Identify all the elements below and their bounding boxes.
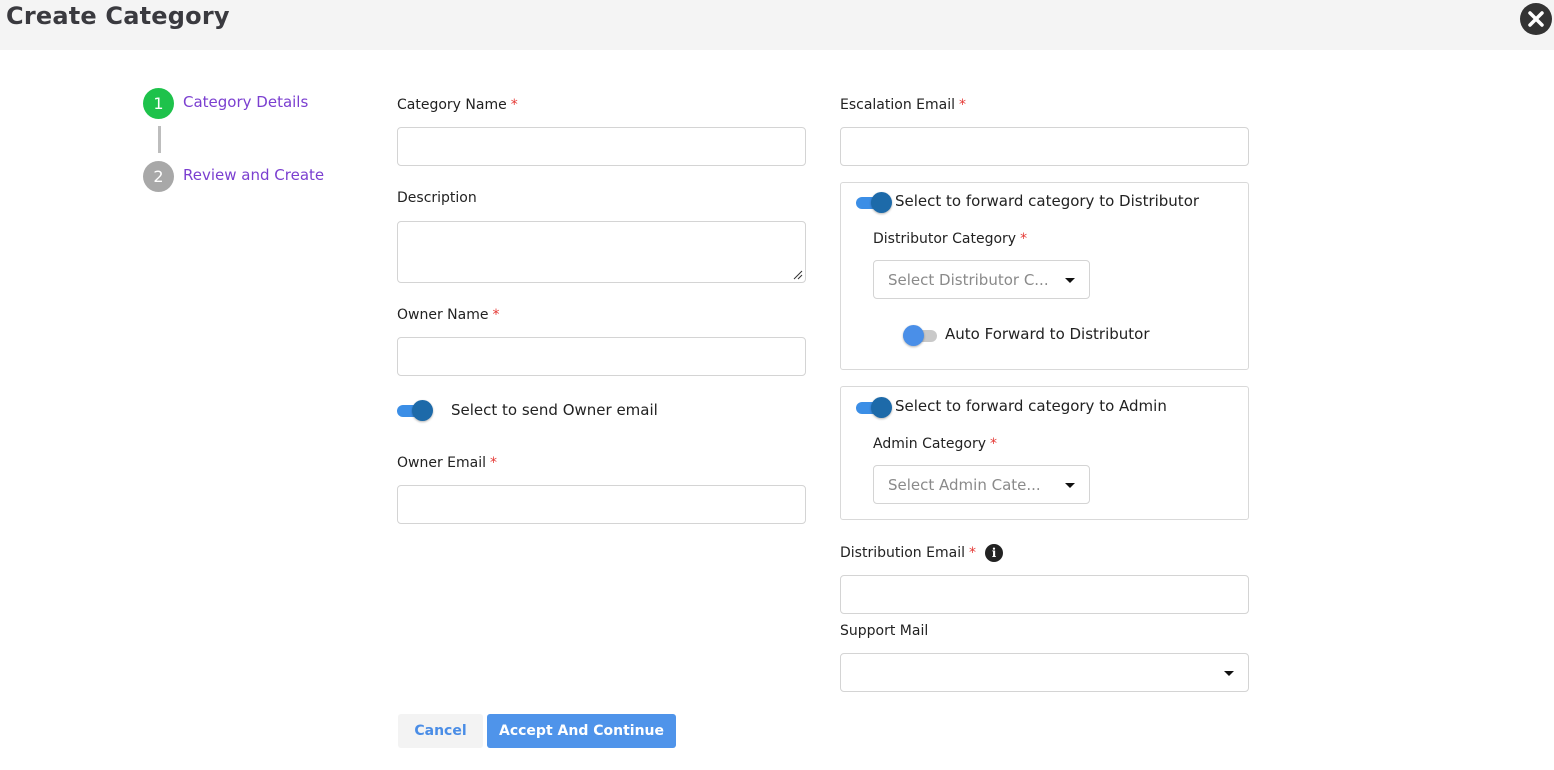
owner-email-label: Owner Email * — [397, 455, 497, 471]
admin-panel: Select to forward category to Admin Admi… — [840, 386, 1249, 520]
label-text: Escalation Email — [840, 97, 955, 113]
owner-name-input[interactable] — [397, 337, 806, 376]
required-mark: * — [510, 97, 518, 113]
send-owner-email-label: Select to send Owner email — [451, 401, 658, 419]
send-owner-email-toggle[interactable] — [397, 399, 435, 421]
support-mail-select[interactable] — [840, 653, 1249, 692]
required-mark: * — [968, 545, 976, 561]
escalation-email-label: Escalation Email * — [840, 97, 966, 113]
description-label: Description — [397, 190, 477, 206]
label-text: Distributor Category — [873, 231, 1017, 247]
select-placeholder: Select Distributor C... — [888, 271, 1048, 289]
auto-forward-label: Auto Forward to Distributor — [945, 325, 1150, 343]
toggle-knob — [412, 400, 433, 421]
forward-admin-label: Select to forward category to Admin — [895, 397, 1167, 415]
toggle-knob — [871, 192, 892, 213]
owner-email-input[interactable] — [397, 485, 806, 524]
accept-and-continue-button[interactable]: Accept And Continue — [487, 714, 676, 748]
label-text: Admin Category — [873, 436, 987, 452]
label-text: Owner Email — [397, 455, 487, 471]
forward-distributor-label: Select to forward category to Distributo… — [895, 192, 1200, 210]
category-name-label: Category Name * — [397, 97, 518, 113]
header-bar: Create Category — [0, 0, 1554, 50]
required-mark: * — [1020, 231, 1028, 247]
distributor-panel: Select to forward category to Distributo… — [840, 182, 1249, 370]
escalation-email-input[interactable] — [840, 127, 1249, 166]
support-mail-label: Support Mail — [840, 623, 929, 639]
step-number: 2 — [143, 161, 174, 192]
page-title: Create Category — [6, 2, 230, 30]
distribution-email-input[interactable] — [840, 575, 1249, 614]
auto-forward-toggle[interactable] — [903, 324, 941, 346]
step-connector — [158, 126, 161, 153]
label-text: Owner Name — [397, 307, 489, 323]
forward-admin-toggle[interactable] — [856, 396, 894, 418]
toggle-knob — [871, 397, 892, 418]
label-text: Category Name — [397, 97, 507, 113]
toggle-knob — [903, 325, 924, 346]
category-name-input[interactable] — [397, 127, 806, 166]
admin-category-select[interactable]: Select Admin Cate... — [873, 465, 1090, 504]
distributor-category-label: Distributor Category * — [873, 231, 1027, 247]
select-placeholder: Select Admin Cate... — [888, 476, 1041, 494]
chevron-down-icon — [1224, 671, 1234, 676]
chevron-down-icon — [1065, 483, 1075, 488]
label-text: Distribution Email — [840, 545, 965, 561]
step-number: 1 — [143, 88, 174, 119]
step-label: Category Details — [183, 93, 309, 111]
distributor-category-select[interactable]: Select Distributor C... — [873, 260, 1090, 299]
description-textarea[interactable] — [397, 221, 806, 283]
chevron-down-icon — [1065, 278, 1075, 283]
distribution-email-label: Distribution Email * — [840, 545, 976, 561]
resize-grip-icon[interactable] — [793, 270, 803, 280]
required-mark: * — [990, 436, 998, 452]
cancel-button[interactable]: Cancel — [398, 714, 483, 748]
owner-name-label: Owner Name * — [397, 307, 499, 323]
close-icon — [1528, 11, 1544, 27]
required-mark: * — [492, 307, 500, 323]
admin-category-label: Admin Category * — [873, 436, 997, 452]
info-icon[interactable]: i — [985, 544, 1003, 562]
forward-distributor-toggle[interactable] — [856, 191, 894, 213]
step-label: Review and Create — [183, 166, 325, 184]
required-mark: * — [959, 97, 966, 113]
close-button[interactable] — [1520, 3, 1552, 35]
required-mark: * — [490, 455, 498, 471]
